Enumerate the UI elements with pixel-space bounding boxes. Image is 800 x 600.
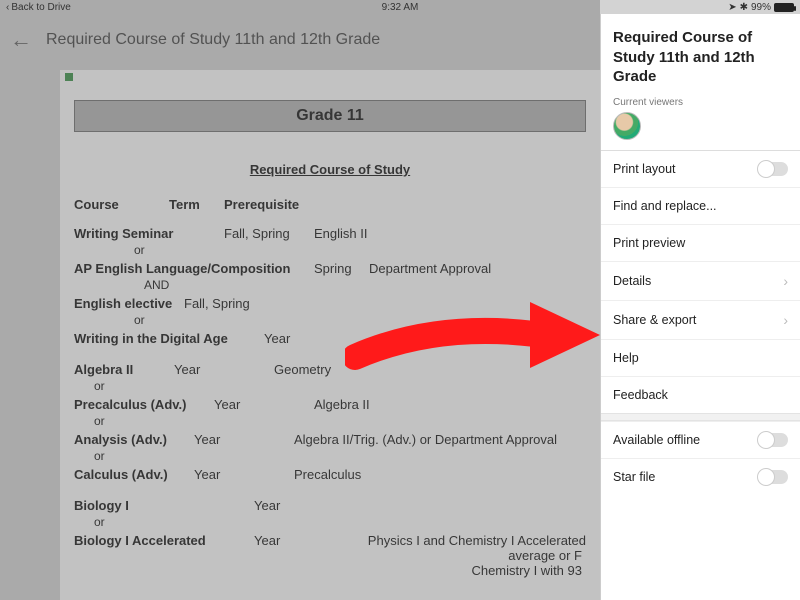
main-document-area: ← Required Course of Study 11th and 12th… [0, 0, 600, 600]
menu-details[interactable]: Details › [601, 261, 800, 300]
menu-feedback[interactable]: Feedback [601, 376, 800, 413]
menu-label: Details [613, 274, 651, 288]
menu-label: Available offline [613, 433, 700, 447]
menu-label: Feedback [613, 388, 668, 402]
menu-find-replace[interactable]: Find and replace... [601, 187, 800, 224]
or-label: or [74, 414, 586, 428]
battery-icon [774, 3, 794, 12]
course-row: Biology I AcceleratedYearPhysics I and C… [74, 533, 586, 548]
chevron-left-icon: ‹ [6, 2, 9, 13]
panel-separator [601, 413, 800, 421]
course-row: Writing in the Digital AgeYear [74, 331, 586, 346]
menu-label: Print preview [613, 236, 685, 250]
col-prereq: Prerequisite [224, 197, 586, 212]
back-arrow-icon[interactable]: ← [10, 27, 32, 53]
and-label: AND [74, 278, 586, 292]
course-row: English electiveFall, Spring [74, 296, 586, 311]
column-headers: Course Term Prerequisite [74, 197, 586, 212]
toggle-icon[interactable] [758, 470, 788, 484]
course-row: Analysis (Adv.)YearAlgebra II/Trig. (Adv… [74, 432, 586, 447]
menu-star-file[interactable]: Star file [601, 458, 800, 495]
document-title: Required Course of Study 11th and 12th G… [46, 31, 380, 49]
chevron-right-icon: › [783, 312, 788, 328]
document-content: Grade 11 Required Course of Study Course… [60, 70, 600, 578]
course-row: Precalculus (Adv.)YearAlgebra II [74, 397, 586, 412]
course-row: Calculus (Adv.)YearPrecalculus [74, 467, 586, 482]
or-label: or [74, 515, 586, 529]
or-label: or [74, 449, 586, 463]
menu-label: Star file [613, 470, 655, 484]
course-row: Biology IYear [74, 498, 586, 513]
bluetooth-icon: ✱ [740, 2, 748, 13]
section-title: Required Course of Study [74, 162, 586, 177]
menu-print-preview[interactable]: Print preview [601, 224, 800, 261]
viewer-avatar[interactable] [613, 112, 641, 140]
current-viewers-label: Current viewers [601, 97, 800, 112]
or-label: or [74, 313, 586, 327]
menu-label: Share & export [613, 313, 696, 327]
panel-title: Required Course of Study 11th and 12th G… [601, 14, 800, 97]
prereq-line: Chemistry I with 93 [74, 563, 586, 578]
status-bar: ‹ Back to Drive 9:32 AM ➤ ✱ 99% [0, 0, 800, 14]
or-label: or [74, 379, 586, 393]
course-row: Writing SeminarFall, SpringEnglish II [74, 226, 586, 241]
menu-print-layout[interactable]: Print layout [601, 150, 800, 187]
status-time: 9:32 AM [206, 2, 594, 13]
prereq-line: average or F [74, 548, 586, 563]
battery-pct: 99% [751, 2, 771, 13]
col-course: Course [74, 197, 169, 212]
menu-label: Print layout [613, 162, 676, 176]
menu-available-offline[interactable]: Available offline [601, 421, 800, 458]
back-label: Back to Drive [11, 2, 70, 13]
menu-help[interactable]: Help [601, 339, 800, 376]
course-row: AP English Language/CompositionSpringDep… [74, 261, 586, 276]
or-label: or [74, 243, 586, 257]
toggle-icon[interactable] [758, 433, 788, 447]
toggle-icon[interactable] [758, 162, 788, 176]
menu-label: Find and replace... [613, 199, 717, 213]
menu-share-export[interactable]: Share & export › [601, 300, 800, 339]
col-term: Term [169, 197, 224, 212]
back-to-drive[interactable]: ‹ Back to Drive [6, 2, 206, 13]
overflow-menu-panel: Required Course of Study 11th and 12th G… [600, 14, 800, 600]
location-icon: ➤ [728, 2, 736, 13]
page-indicator [65, 73, 73, 81]
title-bar: ← Required Course of Study 11th and 12th… [0, 14, 600, 66]
course-row: Algebra IIYearGeometry [74, 362, 586, 377]
chevron-right-icon: › [783, 273, 788, 289]
grade-header: Grade 11 [74, 100, 586, 132]
document-surface[interactable]: Grade 11 Required Course of Study Course… [60, 70, 600, 600]
menu-label: Help [613, 351, 639, 365]
status-right: ➤ ✱ 99% [594, 2, 794, 13]
